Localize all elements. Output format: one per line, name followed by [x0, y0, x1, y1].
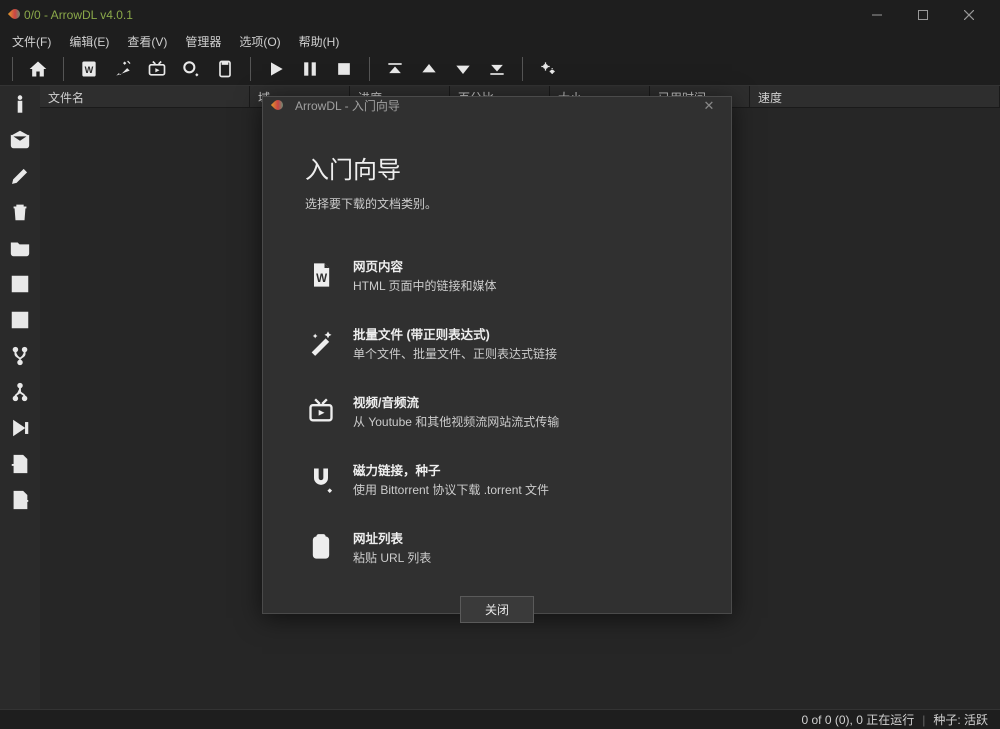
option-batch[interactable]: 批量文件 (带正则表达式) 单个文件、批量文件、正则表达式链接 [305, 324, 689, 362]
wand-icon [305, 327, 337, 359]
merge-icon[interactable] [4, 378, 36, 406]
close-button[interactable] [946, 0, 992, 30]
menu-view[interactable]: 查看(V) [119, 31, 175, 52]
toolbar-separator [63, 57, 64, 81]
settings-button[interactable] [533, 54, 563, 84]
dialog-close-action-button[interactable]: 关闭 [460, 596, 534, 623]
info-icon[interactable] [4, 90, 36, 118]
status-divider: | [922, 713, 925, 727]
minimize-button[interactable] [854, 0, 900, 30]
dialog-title: ArrowDL - 入门向导 [295, 97, 695, 114]
dialog-footer: 关闭 [263, 596, 731, 631]
magnet-icon [305, 463, 337, 495]
add-urls-button[interactable] [210, 54, 240, 84]
toolbar-separator [522, 57, 523, 81]
dialog-body: 入门向导 选择要下载的文档类别。 W 网页内容 HTML 页面中的链接和媒体 批… [263, 114, 731, 596]
select-none-icon[interactable] [4, 306, 36, 334]
dialog-close-button[interactable]: ✕ [695, 98, 723, 114]
side-toolbar [0, 86, 40, 709]
option-desc: 粘贴 URL 列表 [353, 549, 431, 566]
open-folder-icon[interactable] [4, 234, 36, 262]
select-all-icon[interactable] [4, 270, 36, 298]
svg-text:W: W [85, 65, 94, 75]
option-desc: HTML 页面中的链接和媒体 [353, 277, 497, 294]
app-icon [8, 7, 24, 23]
wizard-heading: 入门向导 [305, 150, 689, 185]
toolbar: W [0, 52, 1000, 86]
titlebar: 0/0 - ArrowDL v4.0.1 [0, 0, 1000, 30]
toolbar-separator [12, 57, 13, 81]
export-icon[interactable] [4, 486, 36, 514]
statusbar: 0 of 0 (0), 0 正在运行 | 种子: 活跃 [0, 709, 1000, 729]
window-title: 0/0 - ArrowDL v4.0.1 [24, 8, 854, 22]
option-title: 磁力链接，种子 [353, 460, 549, 479]
option-title: 网页内容 [353, 256, 497, 275]
column-speed[interactable]: 速度 [750, 86, 1000, 107]
add-stream-button[interactable] [142, 54, 172, 84]
pause-button[interactable] [295, 54, 325, 84]
file-w-icon: W [305, 259, 337, 291]
wizard-dialog: ArrowDL - 入门向导 ✕ 入门向导 选择要下载的文档类别。 W 网页内容… [262, 96, 732, 614]
menu-edit[interactable]: 编辑(E) [61, 31, 117, 52]
toolbar-separator [369, 57, 370, 81]
option-web-content[interactable]: W 网页内容 HTML 页面中的链接和媒体 [305, 256, 689, 294]
option-title: 网址列表 [353, 528, 431, 547]
option-title: 批量文件 (带正则表达式) [353, 324, 557, 343]
option-url-list[interactable]: 网址列表 粘贴 URL 列表 [305, 528, 689, 566]
tv-play-icon [305, 395, 337, 427]
wizard-subtitle: 选择要下载的文档类别。 [305, 195, 689, 212]
move-down-button[interactable] [448, 54, 478, 84]
option-text: 批量文件 (带正则表达式) 单个文件、批量文件、正则表达式链接 [353, 324, 557, 362]
maximize-button[interactable] [900, 0, 946, 30]
edit-icon[interactable] [4, 162, 36, 190]
option-text: 网页内容 HTML 页面中的链接和媒体 [353, 256, 497, 294]
import-icon[interactable] [4, 450, 36, 478]
option-title: 视频/音频流 [353, 392, 559, 411]
menu-help[interactable]: 帮助(H) [291, 31, 348, 52]
svg-text:W: W [316, 272, 327, 285]
add-batch-button[interactable] [108, 54, 138, 84]
option-text: 视频/音频流 从 Youtube 和其他视频流网站流式传输 [353, 392, 559, 430]
move-up-button[interactable] [414, 54, 444, 84]
dialog-titlebar: ArrowDL - 入门向导 ✕ [263, 97, 731, 114]
menu-options[interactable]: 选项(O) [231, 31, 288, 52]
mail-icon[interactable] [4, 126, 36, 154]
option-magnet[interactable]: 磁力链接，种子 使用 Bittorrent 协议下载 .torrent 文件 [305, 460, 689, 498]
home-button[interactable] [23, 54, 53, 84]
menubar: 文件(F) 编辑(E) 查看(V) 管理器 选项(O) 帮助(H) [0, 30, 1000, 52]
menu-manager[interactable]: 管理器 [177, 31, 229, 52]
force-start-icon[interactable] [4, 414, 36, 442]
option-desc: 单个文件、批量文件、正则表达式链接 [353, 345, 557, 362]
dialog-app-icon [271, 98, 287, 114]
option-stream[interactable]: 视频/音频流 从 Youtube 和其他视频流网站流式传输 [305, 392, 689, 430]
delete-icon[interactable] [4, 198, 36, 226]
status-left: 0 of 0 (0), 0 正在运行 [802, 711, 915, 728]
move-bottom-button[interactable] [482, 54, 512, 84]
option-desc: 使用 Bittorrent 协议下载 .torrent 文件 [353, 481, 549, 498]
move-top-button[interactable] [380, 54, 410, 84]
option-text: 网址列表 粘贴 URL 列表 [353, 528, 431, 566]
column-filename[interactable]: 文件名 [40, 86, 250, 107]
add-web-button[interactable]: W [74, 54, 104, 84]
option-desc: 从 Youtube 和其他视频流网站流式传输 [353, 413, 559, 430]
add-torrent-button[interactable] [176, 54, 206, 84]
status-right: 种子: 活跃 [933, 711, 988, 728]
toolbar-separator [250, 57, 251, 81]
fork-icon[interactable] [4, 342, 36, 370]
stop-button[interactable] [329, 54, 359, 84]
resume-button[interactable] [261, 54, 291, 84]
clipboard-icon [305, 531, 337, 563]
window-controls [854, 0, 992, 30]
option-text: 磁力链接，种子 使用 Bittorrent 协议下载 .torrent 文件 [353, 460, 549, 498]
menu-file[interactable]: 文件(F) [4, 31, 59, 52]
